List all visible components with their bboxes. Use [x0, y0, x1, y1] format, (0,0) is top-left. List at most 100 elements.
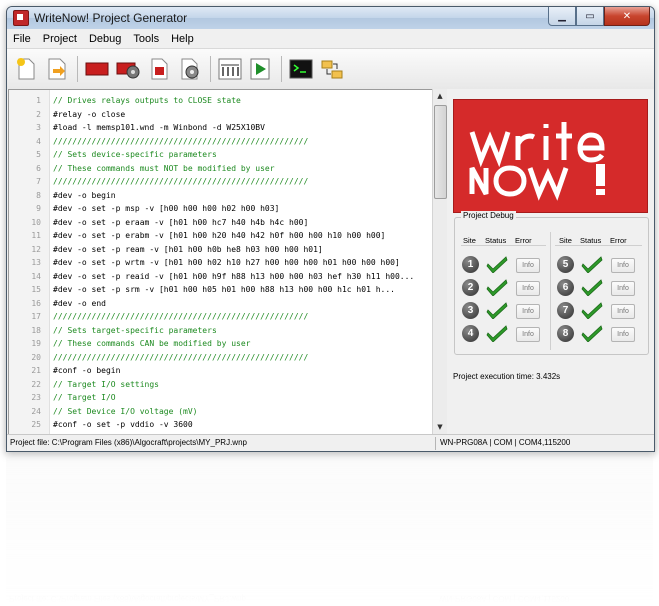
- code-command: #dev -o end: [53, 298, 106, 308]
- line-number: 9: [36, 204, 41, 213]
- site-number-badge: 7: [557, 302, 574, 319]
- code-line[interactable]: 6 // These commands must NOT be modified …: [9, 162, 433, 176]
- app-window: WriteNow! Project Generator ▁ ▭ ✕ File P…: [6, 6, 655, 452]
- code-comment: // Sets target-specific parameters: [53, 325, 217, 335]
- code-command: #dev -o set -p ream -v [h01 h00 h0b he8 …: [53, 244, 323, 254]
- code-line[interactable]: 12 #dev -o set -p ream -v [h01 h00 h0b he…: [9, 243, 433, 257]
- code-comment: ////////////////////////////////////////…: [53, 312, 309, 321]
- status-check-icon: [581, 302, 603, 319]
- register-icon[interactable]: [217, 56, 243, 82]
- reflected-project-file: Project file: C:\Program Files (x86)\Alg…: [9, 594, 246, 603]
- menu-help[interactable]: Help: [165, 33, 200, 45]
- code-line[interactable]: 22 // Target I/O settings: [9, 378, 433, 392]
- code-comment: ////////////////////////////////////////…: [53, 136, 309, 146]
- menu-project[interactable]: Project: [37, 33, 83, 45]
- editor-scrollbar[interactable]: ▲ ▼: [432, 89, 447, 434]
- code-line[interactable]: 14 #dev -o set -p reaid -v [h01 h00 h9f h…: [9, 270, 433, 284]
- open-file-icon[interactable]: [44, 56, 70, 82]
- script-editor[interactable]: 1 // Drives relays outputs to CLOSE state…: [8, 89, 434, 436]
- site-info-button[interactable]: Info: [516, 327, 540, 342]
- minimize-button[interactable]: ▁: [548, 7, 576, 26]
- file-chip-icon[interactable]: [146, 56, 172, 82]
- site-number-badge: 5: [557, 256, 574, 273]
- status-check-icon: [581, 325, 603, 342]
- scrollbar-thumb[interactable]: [434, 105, 447, 199]
- site-info-button[interactable]: Info: [516, 304, 540, 319]
- scroll-down-icon[interactable]: ▼: [433, 420, 447, 434]
- line-number: 10: [31, 217, 41, 227]
- menu-bar: File Project Debug Tools Help: [7, 29, 654, 49]
- gear-chip-icon[interactable]: [177, 56, 203, 82]
- site-info-button[interactable]: Info: [611, 304, 635, 319]
- header-divider: [555, 245, 642, 246]
- site-info-button[interactable]: Info: [611, 281, 635, 296]
- app-icon: [13, 10, 29, 26]
- status-header: Status: [485, 236, 507, 245]
- line-number: 18: [31, 325, 41, 335]
- code-line[interactable]: 8 #dev -o begin: [9, 189, 433, 203]
- close-button[interactable]: ✕: [604, 7, 650, 26]
- menu-debug[interactable]: Debug: [83, 33, 127, 45]
- code-line[interactable]: 9 #dev -o set -p msp -v [h00 h00 h00 h02 …: [9, 202, 433, 216]
- code-line[interactable]: 18 // Sets target-specific parameters: [9, 324, 433, 338]
- code-line[interactable]: 3 #load -l memsp101.wnd -m Winbond -d W25…: [9, 121, 433, 135]
- site-info-button[interactable]: Info: [516, 281, 540, 296]
- error-header: Error: [610, 236, 627, 245]
- terminal-icon[interactable]: [288, 56, 314, 82]
- code-line[interactable]: 11 #dev -o set -p erabm -v [h01 h00 h20 h…: [9, 229, 433, 243]
- run-icon[interactable]: [248, 56, 274, 82]
- status-header: Status: [580, 236, 602, 245]
- code-command: #dev -o set -p reaid -v [h01 h00 h9f h88…: [53, 271, 415, 281]
- line-number: 7: [36, 177, 41, 186]
- title-bar[interactable]: WriteNow! Project Generator ▁ ▭ ✕: [7, 7, 654, 29]
- code-comment: ////////////////////////////////////////…: [53, 177, 309, 186]
- code-line[interactable]: 1 // Drives relays outputs to CLOSE state: [9, 94, 433, 108]
- code-line[interactable]: 23 // Target I/O: [9, 391, 433, 405]
- main-content: 1 // Drives relays outputs to CLOSE state…: [7, 89, 654, 436]
- line-number: 4: [36, 136, 41, 146]
- site-number-badge: 8: [557, 325, 574, 342]
- line-number: 13: [31, 258, 41, 267]
- window-reflection: Project file: C:\Program Files (x86)\Alg…: [6, 452, 653, 606]
- code-line[interactable]: 19 // These commands CAN be modified by u…: [9, 337, 433, 351]
- new-file-icon[interactable]: [13, 56, 39, 82]
- code-line[interactable]: 5 // Sets device-specific parameters: [9, 148, 433, 162]
- site-header: Site: [463, 236, 476, 245]
- line-number: 1: [36, 96, 41, 105]
- line-number: 21: [31, 366, 41, 375]
- code-command: #dev -o set -p eraam -v [h01 h00 hc7 h40…: [53, 217, 309, 227]
- line-number: 5: [36, 150, 41, 159]
- code-line[interactable]: 20 //////////////////////////////////////…: [9, 351, 433, 365]
- menu-file[interactable]: File: [7, 33, 37, 45]
- code-line[interactable]: 4 ///////////////////////////////////////…: [9, 135, 433, 149]
- menu-tools[interactable]: Tools: [127, 33, 165, 45]
- site-header: Site: [559, 236, 572, 245]
- code-line[interactable]: 10 #dev -o set -p eraam -v [h01 h00 hc7 h…: [9, 216, 433, 230]
- site-number-badge: 1: [462, 256, 479, 273]
- code-line[interactable]: 24 // Set Device I/O voltage (mV): [9, 405, 433, 419]
- device-settings-icon[interactable]: [115, 56, 141, 82]
- site-info-button[interactable]: Info: [611, 258, 635, 273]
- code-line[interactable]: 17 //////////////////////////////////////…: [9, 310, 433, 324]
- code-line[interactable]: 21 #conf -o begin: [9, 364, 433, 378]
- code-comment: // These commands CAN be modified by use…: [53, 339, 251, 348]
- toolbar-separator: [281, 56, 282, 82]
- code-line[interactable]: 16 #dev -o end: [9, 297, 433, 311]
- site-info-button[interactable]: Info: [611, 327, 635, 342]
- code-line[interactable]: 2 #relay -o close: [9, 108, 433, 122]
- code-command: #dev -o set -p msp -v [h00 h00 h00 h02 h…: [53, 204, 280, 213]
- site-info-button[interactable]: Info: [516, 258, 540, 273]
- code-command: #dev -o set -p erabm -v [h01 h00 h20 h40…: [53, 231, 386, 240]
- code-line[interactable]: 13 #dev -o set -p wrtm -v [h01 h00 h02 h1…: [9, 256, 433, 270]
- folder-sync-icon[interactable]: [319, 56, 345, 82]
- code-line[interactable]: 15 #dev -o set -p srm -v [h01 h00 h05 h01…: [9, 283, 433, 297]
- code-command: #dev -o begin: [53, 190, 116, 200]
- maximize-button[interactable]: ▭: [576, 7, 604, 26]
- device-icon[interactable]: [84, 56, 110, 82]
- device-connection: WN-PRG08A | COM | COM4,115200: [440, 438, 571, 447]
- right-panel: Project Debug Site Status Error Site Sta…: [447, 89, 654, 434]
- code-comment: // These commands must NOT be modified b…: [53, 163, 275, 173]
- code-line[interactable]: 25 #conf -o set -p vddio -v 3600: [9, 418, 433, 432]
- code-line[interactable]: 7 ///////////////////////////////////////…: [9, 175, 433, 189]
- scroll-up-icon[interactable]: ▲: [433, 89, 447, 103]
